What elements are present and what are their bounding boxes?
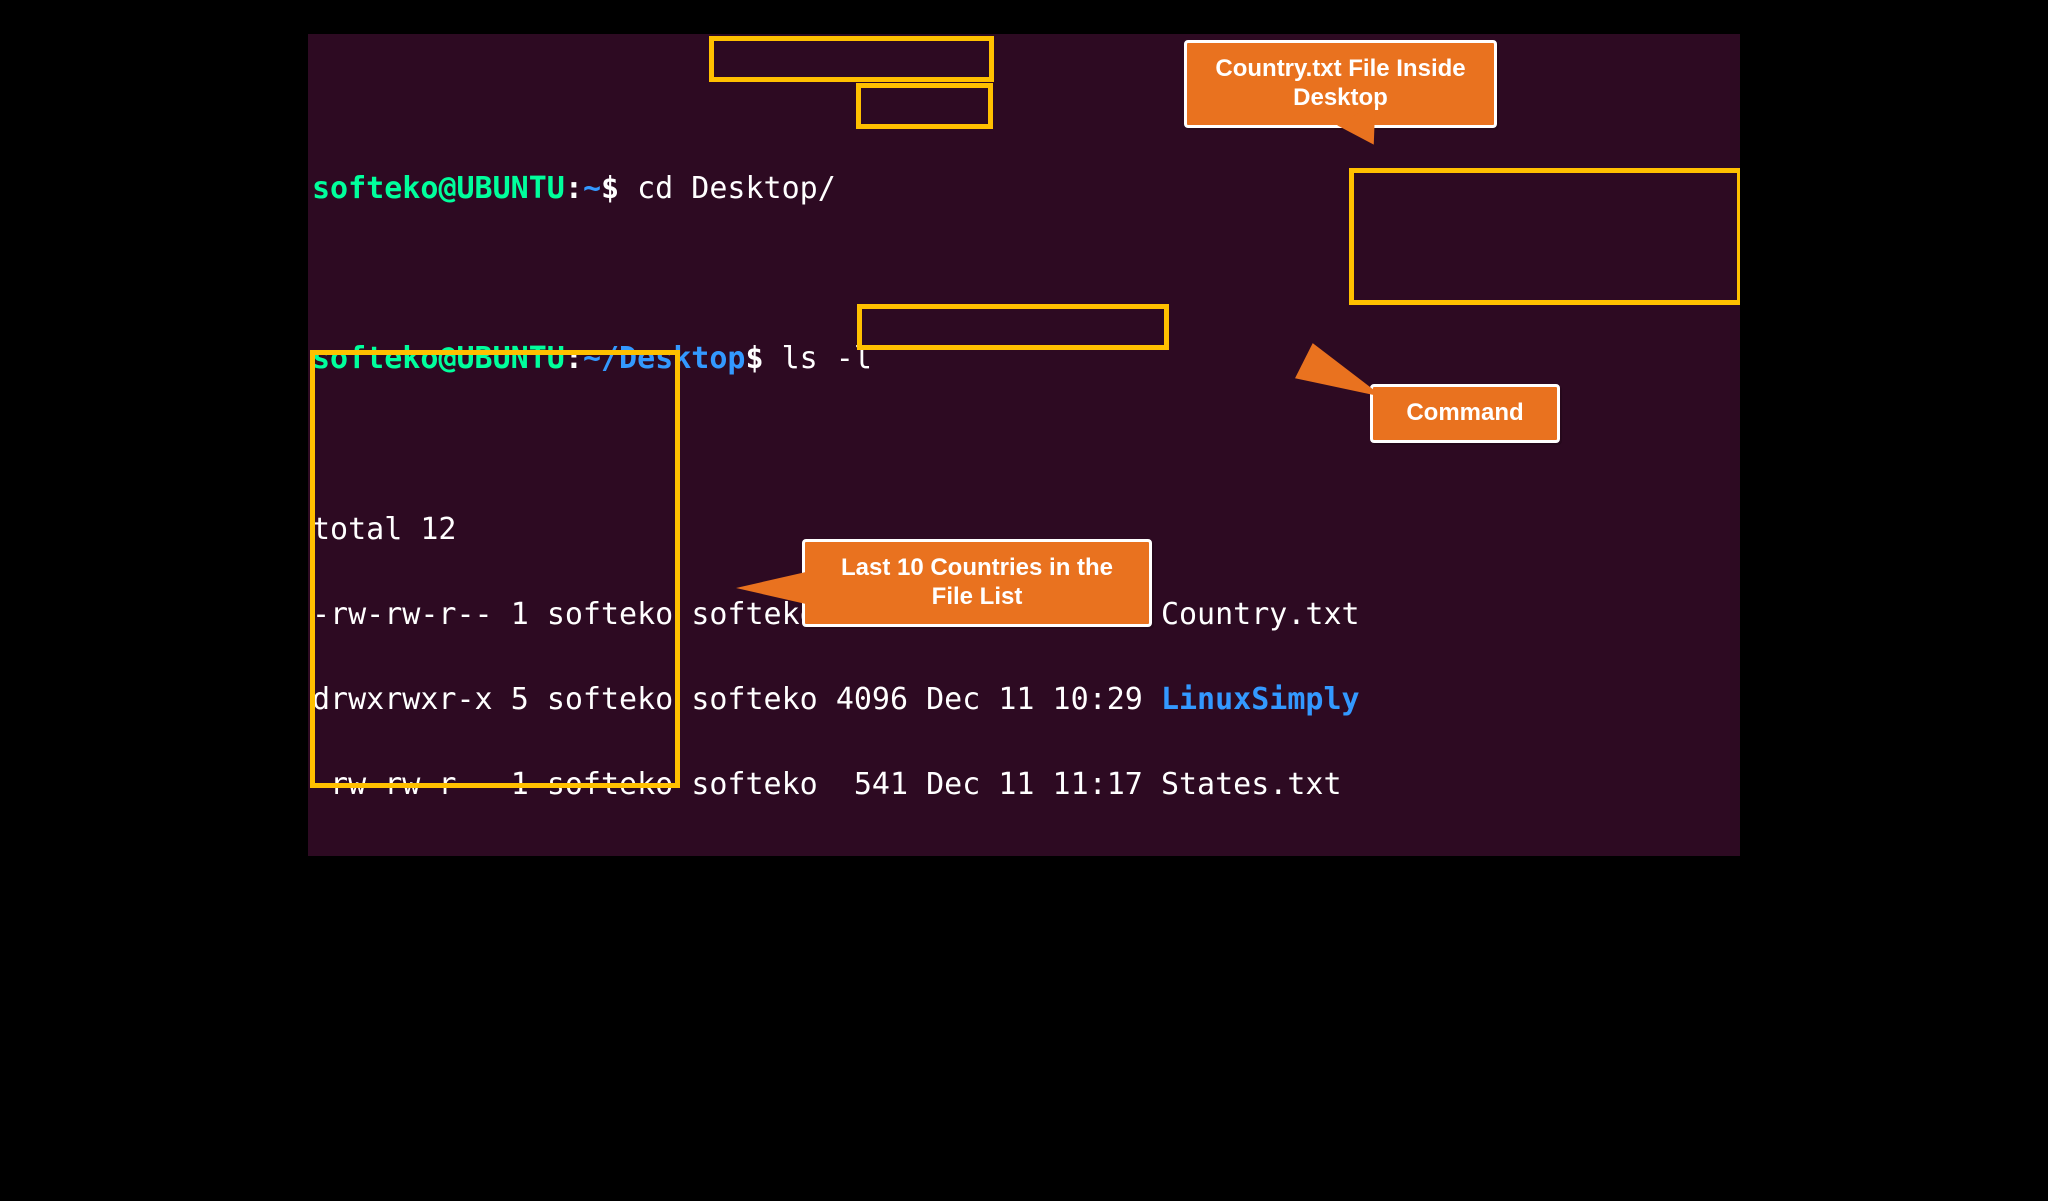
- command-ls: ls -l: [782, 341, 872, 376]
- prompt-host: UBUNTU: [457, 171, 565, 206]
- terminal-line: softeko@UBUNTU:~$ cd Desktop/: [312, 168, 1736, 211]
- callout-arrow-icon: [736, 572, 806, 604]
- ls-row: drwxrwxr-x 5 softeko softeko 4096 Dec 11…: [312, 679, 1736, 722]
- highlight-ls-command: [856, 83, 993, 129]
- dir-linuxsimply: LinuxSimply: [1161, 682, 1360, 717]
- ls-row: -rw-rw-r-- 1 softeko softeko 541 Dec 11 …: [312, 764, 1736, 807]
- prompt-symbol: $: [601, 171, 619, 206]
- command-cd: cd Desktop/: [637, 171, 836, 206]
- highlight-cd-command: [709, 36, 994, 82]
- callout-command: Command: [1370, 384, 1560, 443]
- terminal-line: softeko@UBUNTU:~/Desktop$ ls -l: [312, 338, 1736, 381]
- callout-country-file: Country.txt File Inside Desktop: [1184, 40, 1497, 128]
- callout-last10: Last 10 Countries in the File List: [802, 539, 1152, 627]
- terminal-window[interactable]: softeko@UBUNTU:~$ cd Desktop/ softeko@UB…: [304, 30, 1744, 860]
- prompt-path: ~: [583, 171, 601, 206]
- file-states: States.txt: [1161, 767, 1342, 802]
- highlight-tail-output: [310, 350, 680, 788]
- prompt-user: softeko: [312, 171, 438, 206]
- file-country: Country.txt: [1161, 597, 1360, 632]
